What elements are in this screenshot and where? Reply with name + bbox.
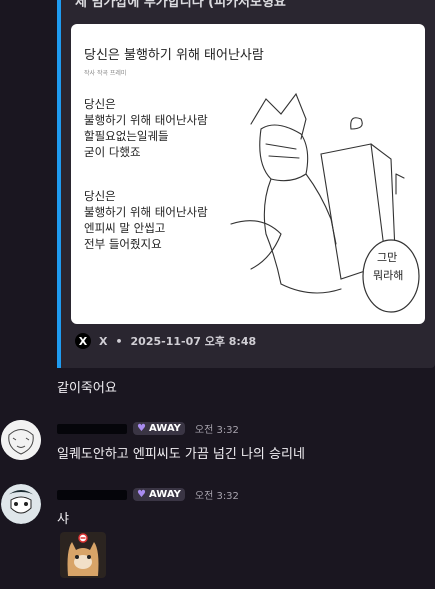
message-text: 일퀘도안하고 엔피씨도 가끔 넘긴 나의 승리네 [57,447,305,462]
embed-footer: X X • 2025-11-07 오후 8:48 [75,333,256,349]
heart-icon: ♥ [137,489,146,500]
card-subtext: 작사 작곡 프레미 [84,70,127,77]
badge-label: AWAY [148,423,181,434]
embed-date: 2025-11-07 오후 8:48 [130,335,257,348]
card-line: 당신은 [84,97,116,111]
card-line: 할필요없는일궤들 [84,129,169,143]
cat-emoji-image[interactable] [60,532,106,578]
card-heading: 당신은 불행하기 위해 태어난사람 [84,48,264,63]
card-line: 불행하기 위해 태어난사람 [84,205,208,219]
embed-source: X [99,334,108,348]
card-line: 굳이 다했죠 [84,145,141,159]
heart-icon: ♥ [137,423,146,434]
timestamp: 오전 3:32 [194,491,239,502]
badge-label: AWAY [148,489,181,500]
bubble-text-2: 뭐라해 [373,269,404,282]
message-text: 같이죽어요 [57,381,117,396]
card-line: 당신은 [84,189,116,203]
x-logo-icon: X [75,333,91,349]
avatar[interactable] [1,484,41,524]
embed-title[interactable]: 제 밈가깝에 투가합니다 (피카저모형요 [75,0,286,10]
separator: • [115,334,123,348]
username-redacted[interactable] [57,489,127,500]
card-line: 엔피씨 말 안씹고 [84,221,166,235]
embed-image[interactable]: 당신은 불행하기 위해 태어난사람 작사 작곡 프레미 당신은 불행하기 위해 … [71,24,425,324]
bubble-text-1: 그만 [377,251,398,264]
card-line: 불행하기 위해 태어난사람 [84,113,208,127]
avatar-character-icon [1,484,41,524]
message-text: 샤 [57,512,69,527]
twitter-embed[interactable]: 제 밈가깝에 투가합니다 (피카저모형요 당신은 불행하기 위해 태어난사람 작… [57,0,435,368]
character-sketch [230,92,420,313]
avatar-sketch-icon [1,420,41,460]
user-header: ♥ AWAY 오전 3:32 [57,421,239,436]
card-line: 전부 들어줬지요 [84,237,162,251]
username-redacted[interactable] [57,423,127,434]
avatar[interactable] [1,420,41,460]
timestamp: 오전 3:32 [194,425,239,436]
user-header: ♥ AWAY 오전 3:32 [57,487,239,502]
status-badge: ♥ AWAY [133,422,185,435]
status-badge: ♥ AWAY [133,488,185,501]
